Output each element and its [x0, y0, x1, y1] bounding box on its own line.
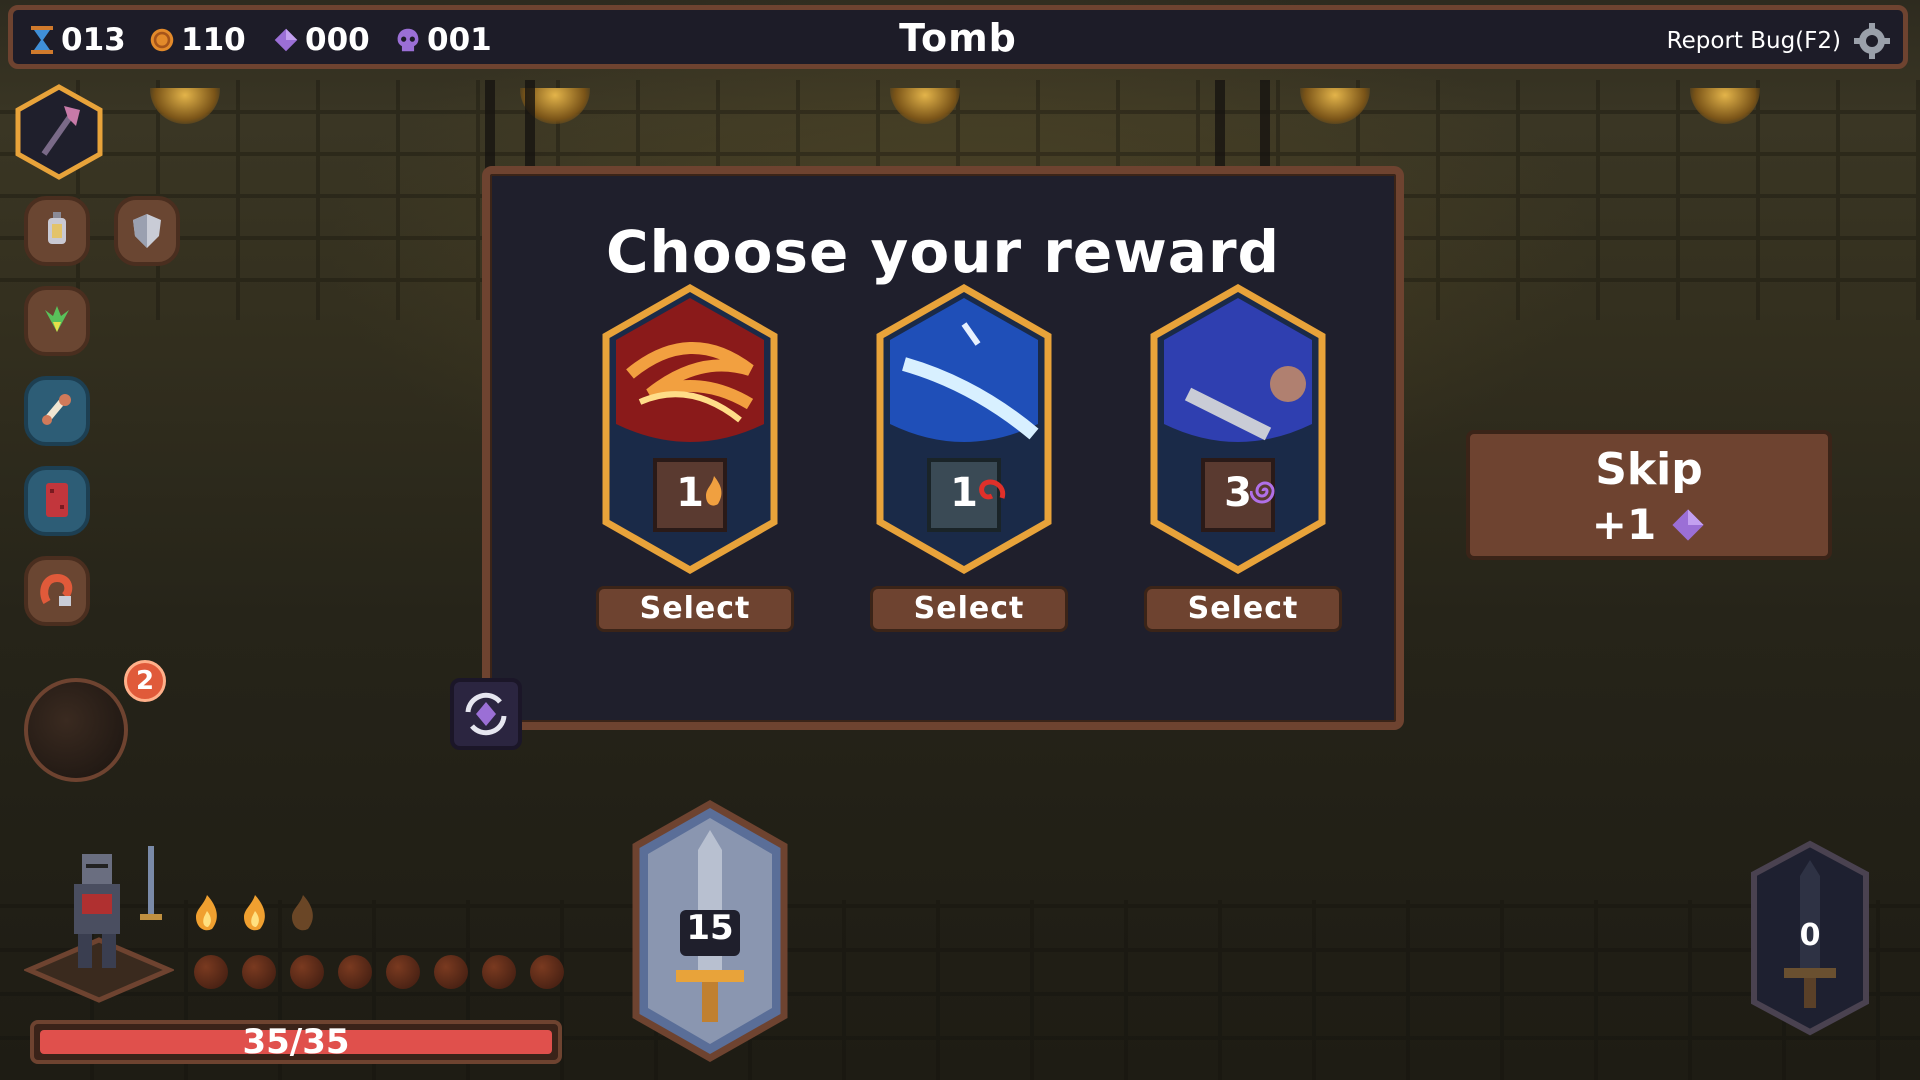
select-button-2[interactable]: Select — [870, 586, 1068, 632]
reward-card-fire[interactable] — [600, 284, 780, 574]
energy-orb — [194, 955, 228, 989]
shield-icon — [133, 214, 161, 248]
energy-orb — [482, 955, 516, 989]
relic-slot-shield[interactable] — [114, 196, 180, 266]
gem-icon — [1672, 508, 1704, 541]
reward-card-storm[interactable] — [1148, 284, 1328, 574]
card-icon — [46, 483, 68, 517]
reroll-icon — [465, 692, 507, 736]
energy-orb — [242, 955, 276, 989]
player-knight — [24, 846, 174, 1003]
reward-modal: Choose your reward 1 Select 1 Select 3 S… — [482, 166, 1404, 730]
relic-slot-lantern[interactable] — [24, 196, 90, 266]
skip-label: Skip — [1595, 444, 1703, 495]
arcane-cost-icon — [1250, 481, 1275, 504]
top-bar: 013 110 000 001 Tomb Report Bug(F2) — [8, 5, 1908, 69]
fire-cost-icon — [706, 476, 722, 506]
report-bug-link[interactable]: Report Bug(F2) — [1667, 28, 1841, 54]
herb-icon — [45, 306, 69, 332]
health-text: 35/35 — [242, 1022, 350, 1062]
draw-pile-count: 15 — [686, 908, 734, 948]
select-button-1[interactable]: Select — [596, 586, 794, 632]
energy-orb — [338, 955, 372, 989]
relic-slot-card[interactable] — [24, 466, 90, 536]
horseshoe-icon — [40, 573, 73, 606]
energy-orb — [386, 955, 420, 989]
skip-button[interactable]: Skip +1 — [1466, 430, 1832, 560]
reward-card-wind[interactable] — [874, 284, 1054, 574]
notification-badge: 2 — [124, 660, 166, 702]
flame-lit-icon — [244, 895, 265, 931]
skip-reward-amount: +1 — [1591, 500, 1657, 549]
gear-icon[interactable] — [1853, 22, 1891, 60]
relic-slot-herb[interactable] — [24, 286, 90, 356]
modal-title: Choose your reward — [605, 218, 1281, 286]
scroll-icon — [42, 394, 71, 425]
energy-orb — [434, 955, 468, 989]
relic-slot-horseshoe[interactable] — [24, 556, 90, 626]
flame-lit-icon — [196, 895, 217, 931]
lantern-icon — [48, 212, 66, 244]
relic-slot-scroll[interactable] — [24, 376, 90, 446]
energy-orb — [290, 955, 324, 989]
ability-orb[interactable] — [24, 678, 128, 782]
rage-cost-icon — [979, 479, 1006, 500]
skip-reward: +1 — [1470, 500, 1828, 549]
energy-orb — [530, 955, 564, 989]
reroll-button[interactable] — [450, 678, 522, 750]
select-button-3[interactable]: Select — [1144, 586, 1342, 632]
discard-pile-count: 0 — [1799, 918, 1821, 953]
health-bar: 35/35 — [30, 1020, 562, 1064]
equipped-weapon-slot[interactable] — [14, 84, 104, 180]
location-title: Tomb — [899, 16, 1017, 60]
flame-empty-icon — [292, 895, 313, 931]
